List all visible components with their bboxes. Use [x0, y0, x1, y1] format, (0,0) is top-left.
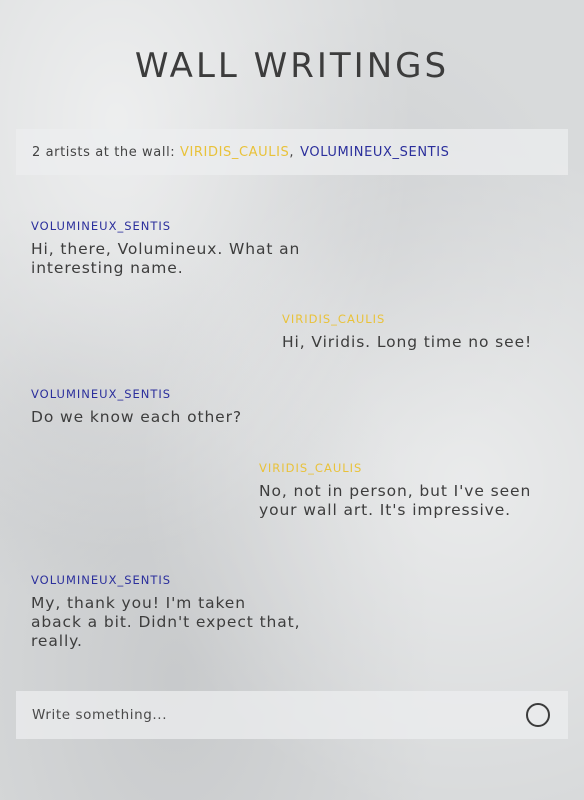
composer [16, 691, 568, 739]
message-text: Hi, Viridis. Long time no see! [282, 333, 533, 351]
artist-name-volumineux[interactable]: VOLUMINEUX_SENTIS [300, 145, 449, 160]
message-author: VOLUMINEUX_SENTIS [31, 573, 172, 587]
message: VIRIDIS_CAULIS Hi, Viridis. Long time no… [282, 312, 572, 352]
message-author: VOLUMINEUX_SENTIS [31, 219, 172, 233]
message-text: Do we know each other? [31, 408, 242, 426]
message-author: VIRIDIS_CAULIS [259, 461, 363, 475]
message-author: VOLUMINEUX_SENTIS [31, 387, 172, 401]
message-text: No, not in person, but I've seen your wa… [259, 482, 532, 519]
message-author: VIRIDIS_CAULIS [282, 312, 386, 326]
message-text: My, thank you! I'm taken aback a bit. Di… [31, 594, 301, 650]
message: VOLUMINEUX_SENTIS Hi, there, Volumineux.… [31, 219, 351, 278]
artists-count-label: 2 artists at the wall: [32, 144, 176, 160]
artists-separator: , [289, 144, 295, 160]
message: VOLUMINEUX_SENTIS Do we know each other? [31, 387, 351, 427]
wall-page: WALL WRITINGS 2 artists at the wall: VIR… [0, 0, 584, 800]
message: VOLUMINEUX_SENTIS My, thank you! I'm tak… [31, 573, 301, 651]
message-input[interactable] [32, 707, 526, 723]
page-title: WALL WRITINGS [134, 46, 450, 86]
artists-bar: 2 artists at the wall: VIRIDIS_CAULIS, VO… [16, 129, 568, 175]
message-text: Hi, there, Volumineux. What an interesti… [31, 240, 301, 277]
message: VIRIDIS_CAULIS No, not in person, but I'… [259, 461, 539, 520]
send-button[interactable] [526, 703, 550, 727]
artist-name-viridis[interactable]: VIRIDIS_CAULIS [180, 145, 289, 160]
